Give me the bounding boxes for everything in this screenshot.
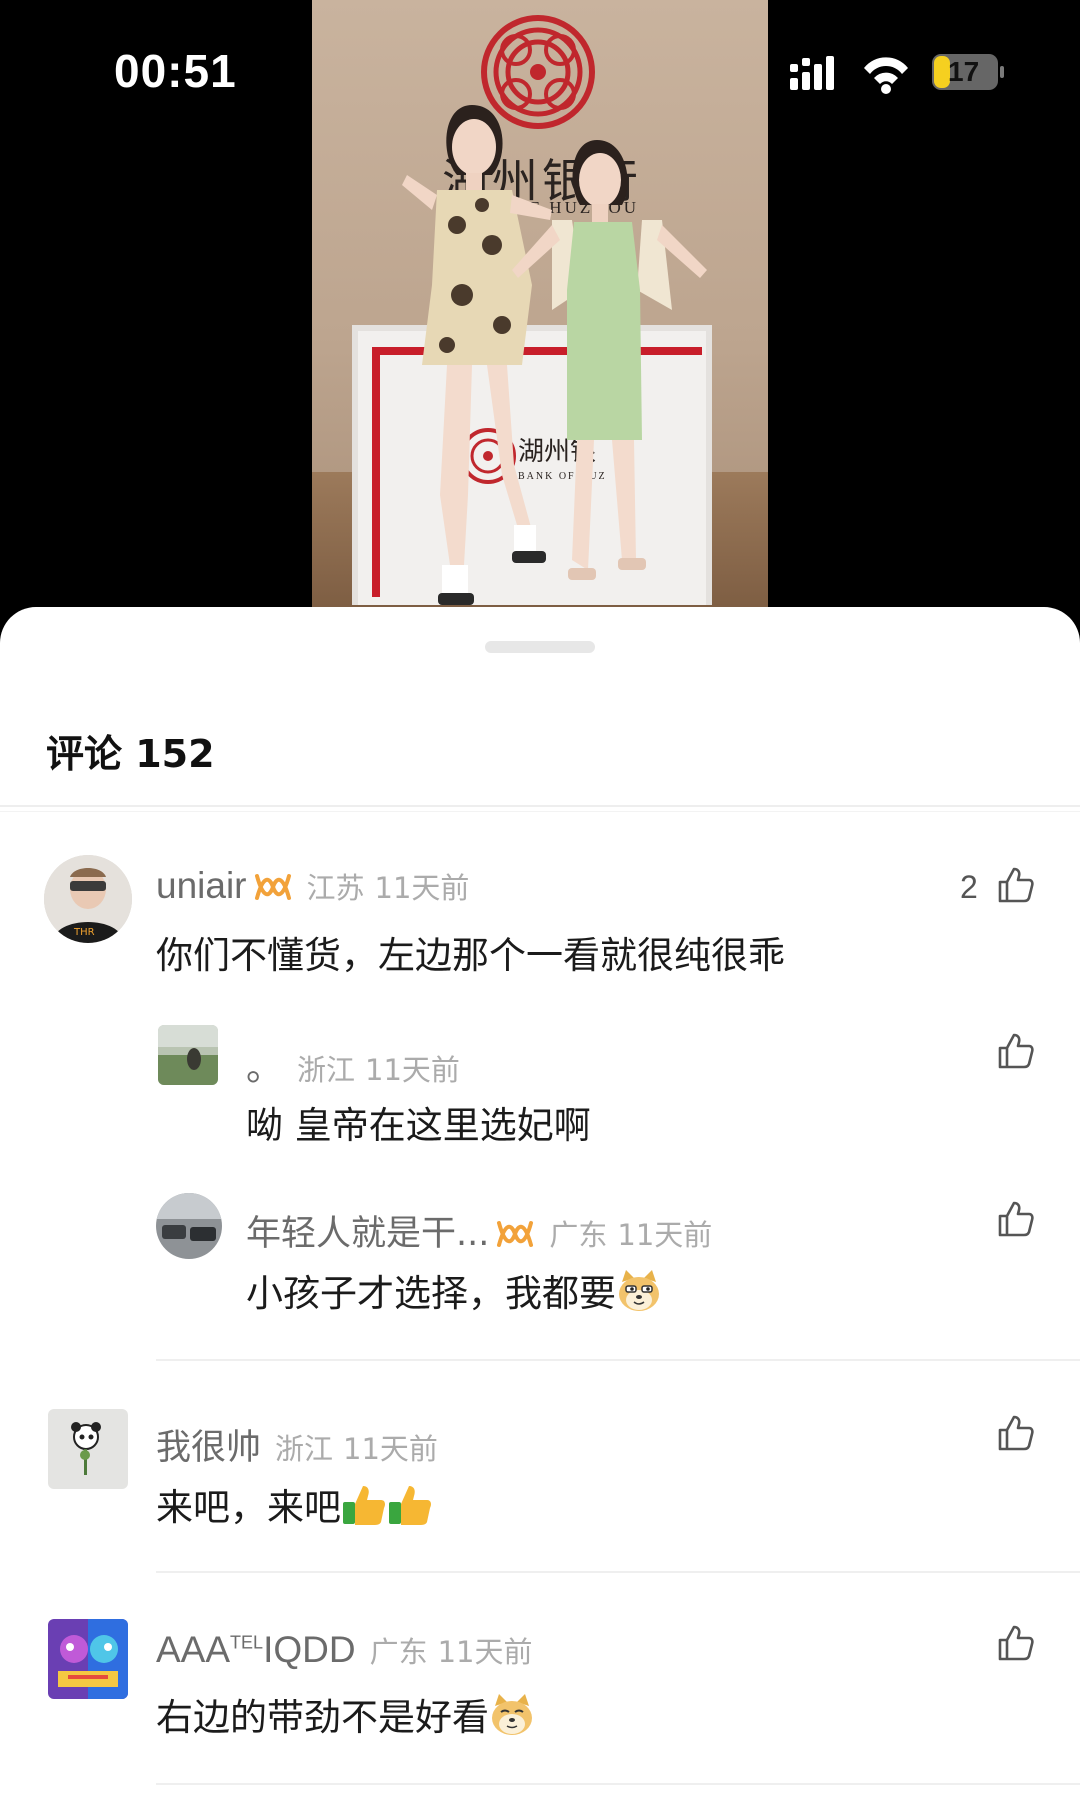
avatar[interactable] [156, 1193, 222, 1259]
comment-text: 小孩子才选择，我都要 [246, 1272, 616, 1315]
dancer-right [512, 140, 707, 580]
comment-location: 浙江 [297, 1053, 356, 1087]
thumbs-up-icon[interactable] [996, 1199, 1036, 1239]
comment-line: 来吧，来吧 [156, 1477, 433, 1531]
avatar[interactable] [158, 1025, 218, 1085]
username[interactable]: AAATELIQDD [156, 1629, 356, 1671]
divider [0, 811, 1080, 812]
avatar-image [156, 1193, 222, 1259]
desk-stripe [372, 347, 380, 597]
avatar[interactable] [48, 1409, 128, 1489]
comment-location: 广东 [369, 1635, 428, 1669]
comment-time: 11天前 [617, 1218, 713, 1252]
doge-emoji [492, 1694, 532, 1735]
battery-level: 17 [948, 56, 980, 87]
comment-location: 浙江 [275, 1432, 334, 1466]
comment-header: uniair 江苏 11天前 [156, 865, 469, 907]
vip-badge-icon [254, 874, 291, 900]
username[interactable]: uniair [156, 865, 247, 907]
comment-header: 。 浙江 11天前 [246, 1037, 460, 1091]
comment-line: 右边的带劲不是好看 [156, 1687, 535, 1741]
username[interactable]: 年轻人就是干... [246, 1205, 489, 1256]
thumbs-up-emoji [389, 1486, 431, 1525]
thumbs-up-emoji [343, 1486, 385, 1525]
comment-time: 11天前 [365, 1053, 460, 1087]
status-bar: 00:51 17 [0, 0, 1080, 140]
username-suffix: IQDD [263, 1629, 356, 1670]
vip-badge-icon [497, 1221, 534, 1247]
drag-handle[interactable] [485, 641, 595, 653]
comments-title: 评论 152 [46, 732, 215, 776]
thumbs-up-icon[interactable] [996, 1413, 1036, 1453]
thumbs-up-icon[interactable] [996, 1623, 1036, 1663]
video-player[interactable]: 湖州银行 BANK OF HUZHOU 湖州银 BANK OF HUZ [0, 0, 1080, 640]
avatar-image [48, 1409, 128, 1489]
divider [156, 1571, 1080, 1573]
comment-location: 广东 [549, 1218, 608, 1252]
status-time: 00:51 [114, 45, 237, 97]
comment-text: 你们不懂货，左边那个一看就很纯很乖 [156, 934, 785, 977]
wifi-icon [864, 57, 908, 94]
comment-time: 11天前 [437, 1635, 533, 1669]
comment-sheet[interactable]: 评论 152 THR uniair 江苏 11天前 2 你们不懂货，左边那个一看… [0, 607, 1080, 1795]
like-count: 2 [960, 869, 978, 905]
doge-emoji [619, 1270, 659, 1311]
avatar-image [158, 1025, 218, 1085]
comment-text: 右边的带劲不是好看 [156, 1696, 489, 1739]
avatar-image [48, 1619, 128, 1699]
divider [0, 805, 1080, 807]
comment-time: 11天前 [343, 1432, 438, 1466]
username[interactable]: 我很帅 [156, 1419, 261, 1470]
comment-time: 11天前 [374, 871, 470, 905]
signal-icon [790, 56, 834, 90]
avatar[interactable] [48, 1619, 128, 1699]
comment-text: 来吧，来吧 [156, 1486, 341, 1529]
username-superscript: TEL [230, 1632, 264, 1653]
comment-header: 我很帅 浙江 11天前 [156, 1419, 438, 1470]
thumbs-up-icon[interactable] [996, 865, 1036, 905]
svg-text:THR: THR [73, 927, 95, 938]
avatar[interactable]: THR [44, 855, 132, 943]
avatar-image: THR [44, 855, 132, 943]
username-prefix: AAA [156, 1629, 231, 1670]
comment-text: 呦 皇帝在这里选妃啊 [246, 1104, 591, 1147]
comment-header: 年轻人就是干... 广东 11天前 [246, 1205, 712, 1256]
comment-location: 江苏 [306, 871, 365, 905]
comment-line: 小孩子才选择，我都要 [246, 1263, 662, 1317]
divider [156, 1783, 1080, 1785]
divider [156, 1359, 1080, 1361]
thumbs-up-icon[interactable] [996, 1031, 1036, 1071]
comment-header: AAATELIQDD 广东 11天前 [156, 1629, 532, 1671]
username[interactable]: 。 [246, 1037, 283, 1091]
